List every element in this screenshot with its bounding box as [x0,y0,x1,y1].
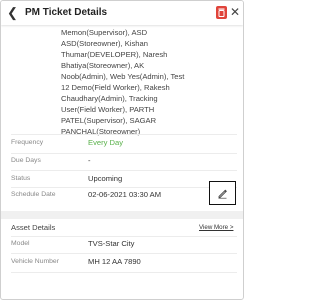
model-label: Model [11,240,30,247]
assignee-line: Noob(Admin), Web Yes(Admin), Test [61,72,185,81]
divider [11,272,237,273]
assignee-line: Thumar(DEVELOPER), Naresh [61,50,168,59]
app-header: ❮ PM Ticket Details ✕ [1,1,243,25]
schedule-date-label: Schedule Date [11,191,56,198]
status-label: Status [11,175,31,182]
divider [11,170,237,171]
frequency-row: Frequency Every Day [11,136,237,150]
status-row: Status Upcoming [11,172,237,186]
assignee-line: 12 Demo(Field Worker), Rakesh [61,83,170,92]
view-more-link[interactable]: View More > [199,224,233,231]
due-days-value: - [88,156,91,165]
status-value: Upcoming [88,174,123,183]
model-row: Model TVS-Star City [11,237,237,251]
due-days-label: Due Days [11,157,41,164]
ticket-details-screen: ❮ PM Ticket Details ✕ Memon(Supervisor),… [0,0,244,300]
trash-icon[interactable] [216,6,227,19]
asset-details-heading: Asset Details [11,223,56,232]
close-icon[interactable]: ✕ [230,5,240,19]
edit-schedule-button[interactable] [209,181,236,205]
vehicle-number-row: Vehicle Number MH 12 AA 7890 [11,255,237,269]
vehicle-number-label: Vehicle Number [11,258,59,265]
back-arrow-icon[interactable]: ❮ [7,6,21,20]
due-days-row: Due Days - [11,154,237,168]
assignee-line: Bhatiya(Storeowner), AK [61,61,145,70]
vehicle-number-value: MH 12 AA 7890 [88,257,141,266]
pencil-icon [218,189,227,199]
assignee-line: PATEL(Supervisor), SAGAR [61,116,157,125]
assignee-line: Chaudhary(Admin), Tracking [61,94,158,103]
divider [11,253,237,254]
frequency-label: Frequency [11,139,44,146]
assignee-line: User(Field Worker), PARTH [61,105,155,114]
schedule-date-value: 02-06-2021 03:30 AM [88,190,162,199]
assignee-line: ASD(Storeowner), Kishan [61,39,148,48]
frequency-value: Every Day [88,138,124,147]
divider [11,134,237,135]
assignee-line: Memon(Supervisor), ASD [61,28,148,37]
schedule-date-row: Schedule Date 02-06-2021 03:30 AM [11,188,237,202]
section-divider-band [1,211,243,219]
model-value: TVS-Star City [88,239,135,248]
assignees-list: Memon(Supervisor), ASD ASD(Storeowner), … [61,27,237,137]
page-title: PM Ticket Details [25,7,108,18]
